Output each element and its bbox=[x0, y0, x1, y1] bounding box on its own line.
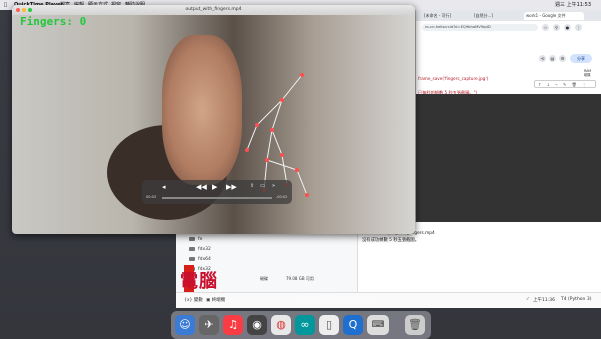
folder-row[interactable]: fdx32 bbox=[184, 246, 211, 254]
more-icon[interactable]: ⋮ bbox=[582, 82, 586, 87]
folder-row[interactable]: fdx64 bbox=[184, 256, 211, 264]
time-remaining: -00:02 bbox=[276, 195, 288, 199]
colab-window[interactable]: fe fdx32 fdx64 fdx32 電腦 磁碟 79.08 GB 可用 /… bbox=[176, 222, 601, 308]
arrow-down-icon[interactable]: ↓ bbox=[547, 82, 550, 87]
chrome-window[interactable]: [未命名 - 可行] [自然分...] work1 - Google 文件 ro… bbox=[415, 10, 601, 222]
ram-disk-indicator[interactable]: RAM 磁碟 bbox=[584, 69, 591, 77]
folder-row[interactable]: fe bbox=[184, 236, 202, 244]
status-time: 上午11:36 bbox=[533, 298, 555, 303]
airplay-icon[interactable]: ▭ bbox=[260, 183, 265, 189]
music-icon[interactable]: ♫ bbox=[223, 315, 243, 335]
progress-bar[interactable] bbox=[162, 197, 272, 199]
variables-button[interactable]: {x} 變數 bbox=[184, 297, 203, 303]
close-icon[interactable] bbox=[16, 8, 20, 12]
screenshot-icon[interactable]: ◉ bbox=[247, 315, 267, 335]
chrome-tab-1[interactable]: [未命名 - 可行] bbox=[424, 12, 472, 20]
chrome-tab-2[interactable]: [自然分...] bbox=[474, 12, 524, 20]
volume-icon[interactable]: ◂ bbox=[162, 183, 166, 191]
fast-forward-icon[interactable]: ▶▶ bbox=[226, 183, 237, 191]
apple-icon[interactable]:  bbox=[4, 0, 7, 10]
minimize-icon[interactable] bbox=[22, 8, 26, 12]
finder-icon[interactable]: ☺ bbox=[175, 315, 195, 335]
disk-label: 磁碟 bbox=[260, 276, 268, 281]
watermark-text: 水平機器人2426 bbox=[296, 293, 372, 304]
edit-icon[interactable]: ✎ bbox=[563, 82, 566, 87]
time-elapsed: 00:03 bbox=[146, 195, 157, 199]
speed-icon[interactable]: » bbox=[272, 183, 275, 189]
dock: ☺ ✈ ♫ ◉ ◍ ∞ ▯ Q ⌨ 🗑 bbox=[171, 311, 431, 339]
preview-icon[interactable]: ▯ bbox=[319, 315, 339, 335]
rewind-icon[interactable]: ◀◀ bbox=[196, 183, 207, 191]
folder-icon bbox=[189, 236, 195, 241]
quicktime-titlebar[interactable]: output_with_fingers.mp4 bbox=[12, 5, 415, 15]
code-line-1: frame_save('fingers_capture.jpg') bbox=[418, 76, 489, 81]
window-title: output_with_fingers.mp4 bbox=[185, 7, 242, 12]
trash-icon[interactable]: 🗑 bbox=[405, 315, 425, 335]
disk-free: 79.08 GB 可用 bbox=[286, 276, 314, 281]
delete-icon[interactable]: 🗑 bbox=[572, 82, 577, 87]
launchpad-icon[interactable]: ✈ bbox=[199, 315, 219, 335]
star-icon[interactable]: ☆ bbox=[542, 24, 549, 31]
terminal-button[interactable]: ▣ 終端機 bbox=[206, 297, 225, 303]
runtime-label[interactable]: T4 (Python 3) bbox=[561, 297, 591, 302]
chrome-tab-strip: [未命名 - 可行] [自然分...] work1 - Google 文件 bbox=[416, 10, 601, 21]
output-message: 沒有成功幀數 5 秒五張截圖。 bbox=[362, 238, 420, 243]
video-preview-panel bbox=[416, 94, 601, 222]
cell-toolbar: ↑ ↓ ⌁ ✎ 🗑 ⋮ bbox=[534, 80, 596, 88]
fingers-counter: Fingers: 0 bbox=[20, 15, 87, 28]
chrome-tab-3[interactable]: work1 - Google 文件 bbox=[524, 12, 584, 20]
gear-icon[interactable]: ⚙ bbox=[559, 55, 566, 62]
share-button[interactable]: 分享 bbox=[570, 54, 592, 63]
arduino-icon[interactable]: ∞ bbox=[295, 315, 315, 335]
folder-icon bbox=[189, 246, 195, 251]
profile-icon[interactable]: ● bbox=[564, 24, 571, 31]
extension-icon[interactable]: ⚲ bbox=[553, 24, 560, 31]
menu-dots-icon[interactable]: ⋮ bbox=[575, 24, 582, 31]
keyboard-icon[interactable]: ⌨ bbox=[367, 315, 389, 335]
zoom-icon[interactable] bbox=[28, 8, 32, 12]
check-icon: ✓ bbox=[526, 297, 530, 302]
comment-icon[interactable]: ▤ bbox=[549, 55, 556, 62]
quicktime-icon[interactable]: Q bbox=[343, 315, 363, 335]
video-frame[interactable]: Fingers: 0 ◂ ◀◀ ▶ ▶▶ ⇪ ▭ » 00:03 -00:02 bbox=[12, 15, 415, 234]
red-overlay-text: 電腦 bbox=[180, 271, 218, 292]
link-icon[interactable]: ⌁ bbox=[555, 82, 557, 87]
arrow-up-icon[interactable]: ↑ bbox=[538, 82, 541, 87]
status-bar: {x} 變數 ▣ 終端機 ✓ 上午11:36 T4 (Python 3) bbox=[176, 292, 601, 308]
play-icon[interactable]: ▶ bbox=[212, 183, 217, 191]
chrome-icon[interactable]: ◍ bbox=[271, 315, 291, 335]
folder-icon bbox=[189, 256, 195, 261]
chrome-address-bar[interactable]: ro-cn-hellscrcid?d=EQ9bhaMV9qdD bbox=[422, 24, 538, 31]
share-icon[interactable]: ⇪ bbox=[250, 183, 254, 189]
playback-controls: ◂ ◀◀ ▶ ▶▶ ⇪ ▭ » 00:03 -00:02 bbox=[142, 180, 292, 204]
menu-clock[interactable]: 週三 上午11:53 bbox=[555, 0, 591, 10]
quicktime-window[interactable]: output_with_fingers.mp4 Fingers: 0 ◂ ◀◀ … bbox=[12, 5, 415, 234]
history-icon[interactable]: ⟲ bbox=[539, 55, 546, 62]
